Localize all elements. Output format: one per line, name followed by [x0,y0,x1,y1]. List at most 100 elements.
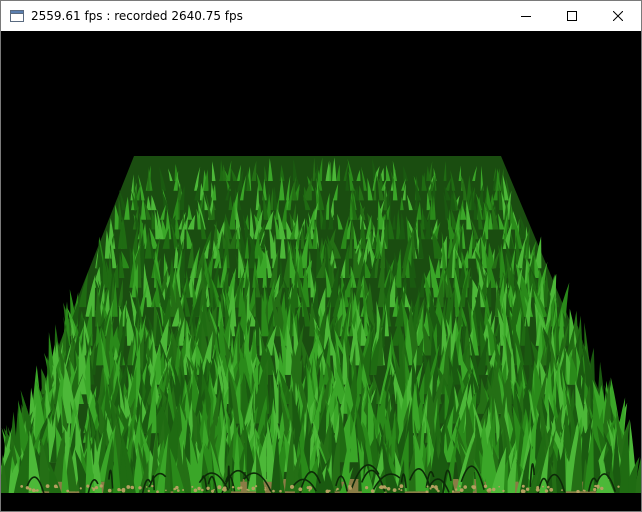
soil-speck [483,484,488,488]
soil-speck [31,488,36,493]
soil-speck [437,489,440,493]
soil-speck [217,485,222,490]
soil-speck [107,488,112,493]
soil-speck [79,487,82,490]
grass-field-render [1,31,641,511]
soil-speck [290,484,294,489]
close-button[interactable] [595,1,641,31]
soil-speck [425,490,429,494]
soil-speck [549,487,554,492]
soil-speck [20,485,24,488]
soil-speck [429,487,432,490]
soil-speck [94,486,99,490]
soil-speck [382,485,387,489]
app-window: 2559.61 fps : recorded 2640.75 fps [0,0,642,512]
soil-speck [156,490,159,494]
soil-speck [264,488,267,491]
title-bar[interactable]: 2559.61 fps : recorded 2640.75 fps [1,1,641,31]
soil-speck [487,488,492,492]
window-controls [503,1,641,31]
soil-speck [430,484,435,489]
minimize-icon [521,16,531,17]
soil-speck [145,486,148,488]
soil-speck [365,486,369,490]
minimize-button[interactable] [503,1,549,31]
soil-speck [593,487,597,492]
soil-speck [498,485,501,488]
soil-speck [455,488,458,491]
soil-speck [239,486,243,490]
soil-speck [458,485,461,487]
soil-speck [25,486,30,490]
close-icon [613,11,623,21]
soil-speck [400,489,403,492]
soil-speck [525,487,530,491]
maximize-button[interactable] [549,1,595,31]
soil-speck [247,489,250,491]
soil-speck [426,485,429,488]
soil-speck [386,487,391,491]
soil-speck [535,487,540,492]
soil-speck [542,485,544,488]
soil-speck [264,486,267,489]
soil-speck [451,490,455,493]
soil-speck [191,485,194,488]
soil-speck [28,487,32,491]
soil-speck [370,489,375,493]
soil-speck [471,485,475,489]
soil-speck [348,485,352,488]
soil-speck [231,486,235,489]
soil-speck [99,484,103,488]
soil-speck [576,489,580,494]
soil-speck [91,487,94,489]
soil-speck [165,489,167,492]
soil-speck [336,487,339,491]
soil-speck [279,489,282,493]
soil-speck [197,486,201,491]
soil-speck [561,489,563,491]
soil-speck [399,484,404,489]
maximize-icon [567,11,577,21]
soil-speck [151,484,154,488]
soil-speck [255,485,258,488]
soil-speck [617,485,620,488]
soil-speck [522,489,526,493]
soil-speck [56,486,59,489]
soil-speck [177,489,180,492]
soil-speck [378,486,382,489]
soil-speck [328,489,331,492]
render-viewport[interactable] [1,31,641,511]
soil-speck [547,485,550,489]
soil-speck [308,486,313,490]
soil-speck [126,485,131,489]
soil-speck [86,484,90,488]
soil-speck [222,486,227,491]
soil-speck [117,488,121,492]
soil-speck [583,489,586,492]
soil-speck [193,488,198,493]
soil-speck [138,486,142,490]
soil-speck [392,488,397,492]
app-icon [9,8,25,24]
soil-speck [251,486,256,491]
soil-speck [600,486,604,491]
soil-speck [147,489,150,493]
soil-speck [182,489,185,491]
soil-speck [45,484,50,488]
soil-speck [272,489,275,493]
soil-speck [502,489,505,493]
soil-speck [492,487,496,492]
soil-speck [544,489,549,493]
soil-speck [36,489,39,492]
soil-speck [463,485,468,489]
soil-speck [130,485,134,490]
soil-speck [66,489,70,493]
soil-speck [434,485,438,489]
window-title: 2559.61 fps : recorded 2640.75 fps [31,9,243,23]
floor-band [1,493,641,511]
soil-speck [459,488,464,492]
soil-speck [175,485,179,490]
soil-speck [521,484,525,488]
soil-speck [121,489,126,493]
soil-speck [92,488,95,492]
